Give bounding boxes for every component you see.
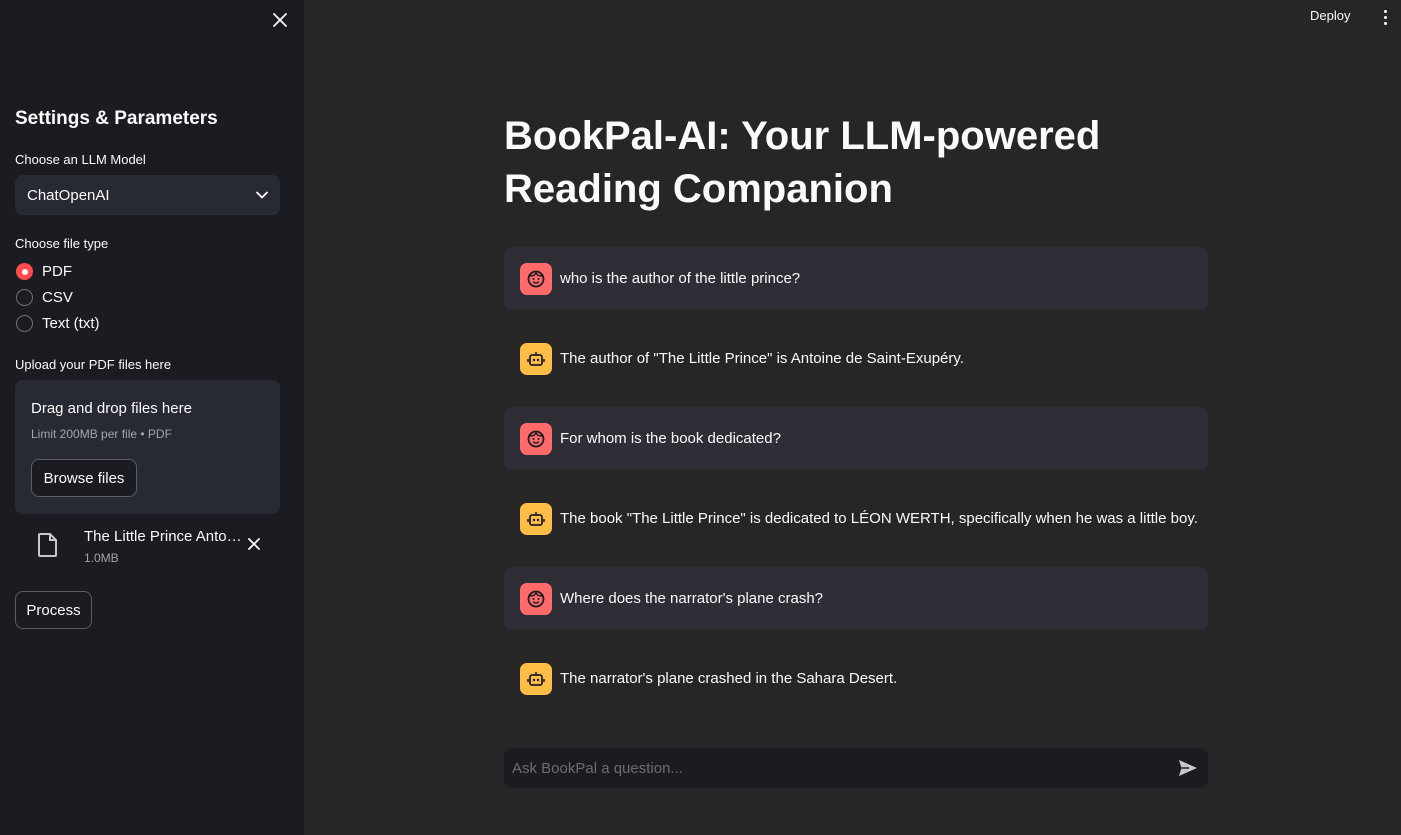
- kebab-menu-icon[interactable]: [1378, 7, 1392, 27]
- chat-message-text: Where does the narrator's plane crash?: [560, 590, 824, 607]
- close-icon: [273, 13, 287, 27]
- chat-message-user: who is the author of the little prince?: [504, 247, 1208, 310]
- chevron-down-icon: [256, 191, 268, 199]
- deploy-button[interactable]: Deploy: [1310, 8, 1350, 28]
- file-icon: [38, 533, 57, 557]
- user-avatar-icon: [520, 582, 552, 615]
- chat-message-assistant: The narrator's plane crashed in the Saha…: [504, 647, 1208, 710]
- chat-message-text: The narrator's plane crashed in the Saha…: [560, 670, 898, 687]
- radio-unchecked-icon: [16, 289, 33, 306]
- dropzone-limit: Limit 200MB per file • PDF: [31, 427, 172, 441]
- chat-message-assistant: The book "The Little Prince" is dedicate…: [504, 487, 1208, 550]
- page-title: BookPal-AI: Your LLM-powered Reading Com…: [504, 114, 1101, 211]
- assistant-avatar-icon: [520, 342, 552, 375]
- model-select[interactable]: ChatOpenAI: [15, 175, 280, 215]
- assistant-avatar-icon: [520, 502, 552, 535]
- model-select-value: ChatOpenAI: [27, 186, 110, 204]
- radio-unchecked-icon: [16, 315, 33, 332]
- radio-option-csv[interactable]: CSV: [16, 289, 73, 306]
- sidebar-title: Settings & Parameters: [15, 108, 218, 129]
- chat-input-bar: [504, 748, 1208, 788]
- send-icon: [1179, 760, 1197, 776]
- process-button[interactable]: Process: [15, 591, 92, 629]
- radio-checked-icon: [16, 263, 33, 280]
- chat-message-assistant: The author of "The Little Prince" is Ant…: [504, 327, 1208, 390]
- uploader-label: Upload your PDF files here: [15, 357, 172, 372]
- radio-option-pdf[interactable]: PDF: [16, 263, 72, 280]
- sidebar: Settings & Parameters Choose an LLM Mode…: [0, 0, 304, 835]
- close-sidebar-button[interactable]: [268, 8, 292, 32]
- radio-option-label: CSV: [42, 289, 73, 306]
- radio-option-label: PDF: [42, 263, 72, 280]
- app: Settings & Parameters Choose an LLM Mode…: [0, 0, 1401, 835]
- chat-message-user: Where does the narrator's plane crash?: [504, 567, 1208, 630]
- close-icon: [248, 538, 260, 550]
- chat-input[interactable]: [504, 748, 1168, 788]
- radio-option-label: Text (txt): [42, 315, 100, 332]
- user-avatar-icon: [520, 262, 552, 295]
- chat-message-text: For whom is the book dedicated?: [560, 430, 781, 447]
- remove-file-button[interactable]: [244, 534, 264, 554]
- file-dropzone[interactable]: Drag and drop files here Limit 200MB per…: [15, 380, 280, 514]
- user-avatar-icon: [520, 422, 552, 455]
- uploaded-file-name: The Little Prince Antoine de Saint-Exupe…: [84, 528, 244, 545]
- chat-message-text: The author of "The Little Prince" is Ant…: [560, 350, 964, 367]
- chat-message-user: For whom is the book dedicated?: [504, 407, 1208, 470]
- chat-message-text: The book "The Little Prince" is dedicate…: [560, 510, 1198, 527]
- browse-files-button[interactable]: Browse files: [31, 459, 137, 497]
- file-type-label: Choose file type: [15, 236, 109, 251]
- send-button[interactable]: [1168, 748, 1208, 788]
- assistant-avatar-icon: [520, 662, 552, 695]
- uploaded-file-size: 1.0MB: [84, 551, 119, 565]
- dropzone-title: Drag and drop files here: [31, 400, 192, 417]
- uploaded-file-item: The Little Prince Antoine de Saint-Exupe…: [15, 524, 280, 572]
- radio-option-text[interactable]: Text (txt): [16, 315, 100, 332]
- model-select-label: Choose an LLM Model: [15, 152, 146, 167]
- chat-message-text: who is the author of the little prince?: [560, 270, 801, 287]
